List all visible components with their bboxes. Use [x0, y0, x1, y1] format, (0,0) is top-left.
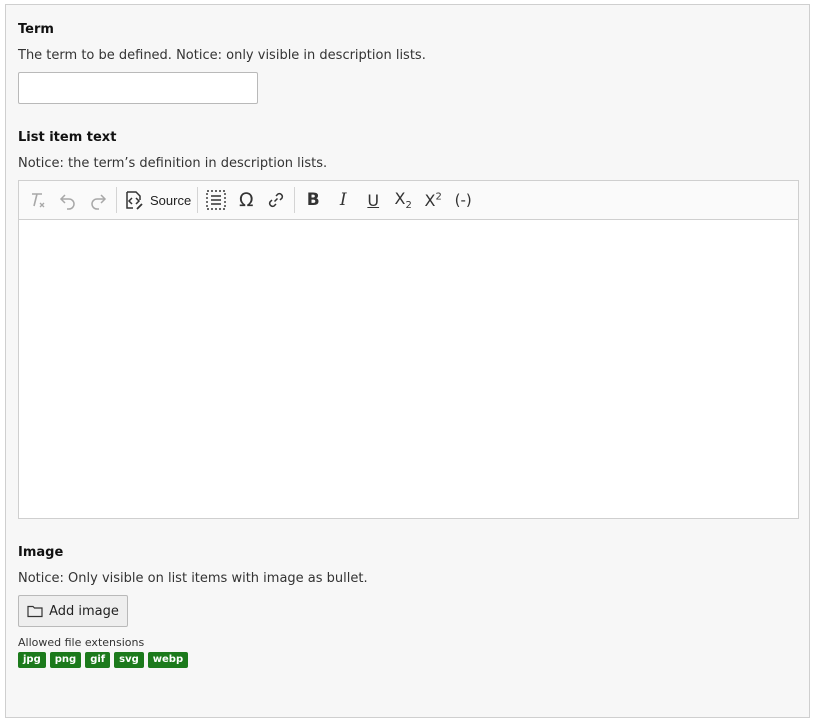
subscript-button[interactable]: X2 [388, 185, 418, 215]
term-description: The term to be defined. Notice: only vis… [18, 48, 426, 63]
link-button[interactable] [261, 185, 291, 215]
source-label: Source [150, 192, 192, 208]
extension-badge: gif [85, 652, 111, 668]
list-item-label: List item text [18, 130, 117, 145]
bold-button[interactable]: B [298, 185, 328, 215]
underline-icon: U [367, 190, 380, 210]
source-button[interactable]: Source [120, 185, 194, 215]
superscript-base: X [424, 190, 436, 210]
rich-text-editor: Source Ω B I U X2 X2 (-) [18, 180, 799, 519]
superscript-digit: 2 [435, 191, 442, 203]
extension-badge: webp [147, 652, 189, 668]
redo-icon [91, 194, 107, 210]
subscript-base: X [394, 188, 406, 208]
list-item-description: Notice: the term’s definition in descrip… [18, 156, 328, 171]
soft-hyphen-button[interactable]: (-) [448, 185, 478, 215]
extension-badge: png [49, 652, 82, 668]
image-label: Image [18, 545, 64, 560]
undo-icon [59, 194, 75, 210]
subscript-icon: X2 [395, 189, 412, 211]
italic-icon: I [339, 190, 347, 210]
bold-icon: B [306, 190, 320, 210]
omega-icon: Ω [238, 189, 254, 211]
underline-button[interactable]: U [358, 185, 388, 215]
toolbar-separator [294, 187, 296, 213]
soft-hyphen-icon: (-) [454, 191, 472, 209]
superscript-icon: X2 [425, 191, 442, 210]
folder-icon [27, 605, 43, 618]
subscript-digit: 2 [405, 200, 412, 212]
editor-toolbar: Source Ω B I U X2 X2 (-) [19, 181, 798, 220]
toolbar-separator [116, 187, 117, 213]
superscript-button[interactable]: X2 [418, 185, 448, 215]
undo-button[interactable] [53, 185, 83, 215]
allowed-extensions-label: Allowed file extensions [18, 636, 145, 649]
special-characters-button[interactable]: Ω [231, 185, 261, 215]
source-icon [126, 191, 143, 210]
toolbar-separator [197, 187, 199, 213]
extension-badges: jpg png gif svg webp [18, 652, 192, 668]
term-input[interactable] [18, 72, 258, 104]
add-image-label: Add image [49, 603, 119, 619]
term-label: Term [18, 22, 54, 37]
remove-format-button[interactable] [23, 185, 53, 215]
show-blocks-button[interactable] [201, 185, 231, 215]
italic-button[interactable]: I [328, 185, 358, 215]
remove-format-icon [32, 193, 45, 208]
extension-badge: jpg [18, 652, 46, 668]
show-blocks-icon [206, 190, 226, 210]
image-description: Notice: Only visible on list items with … [18, 571, 368, 586]
link-icon [269, 192, 284, 208]
extension-badge: svg [114, 652, 144, 668]
add-image-button[interactable]: Add image [18, 595, 128, 627]
editor-content-area[interactable] [19, 220, 798, 519]
redo-button[interactable] [83, 185, 113, 215]
